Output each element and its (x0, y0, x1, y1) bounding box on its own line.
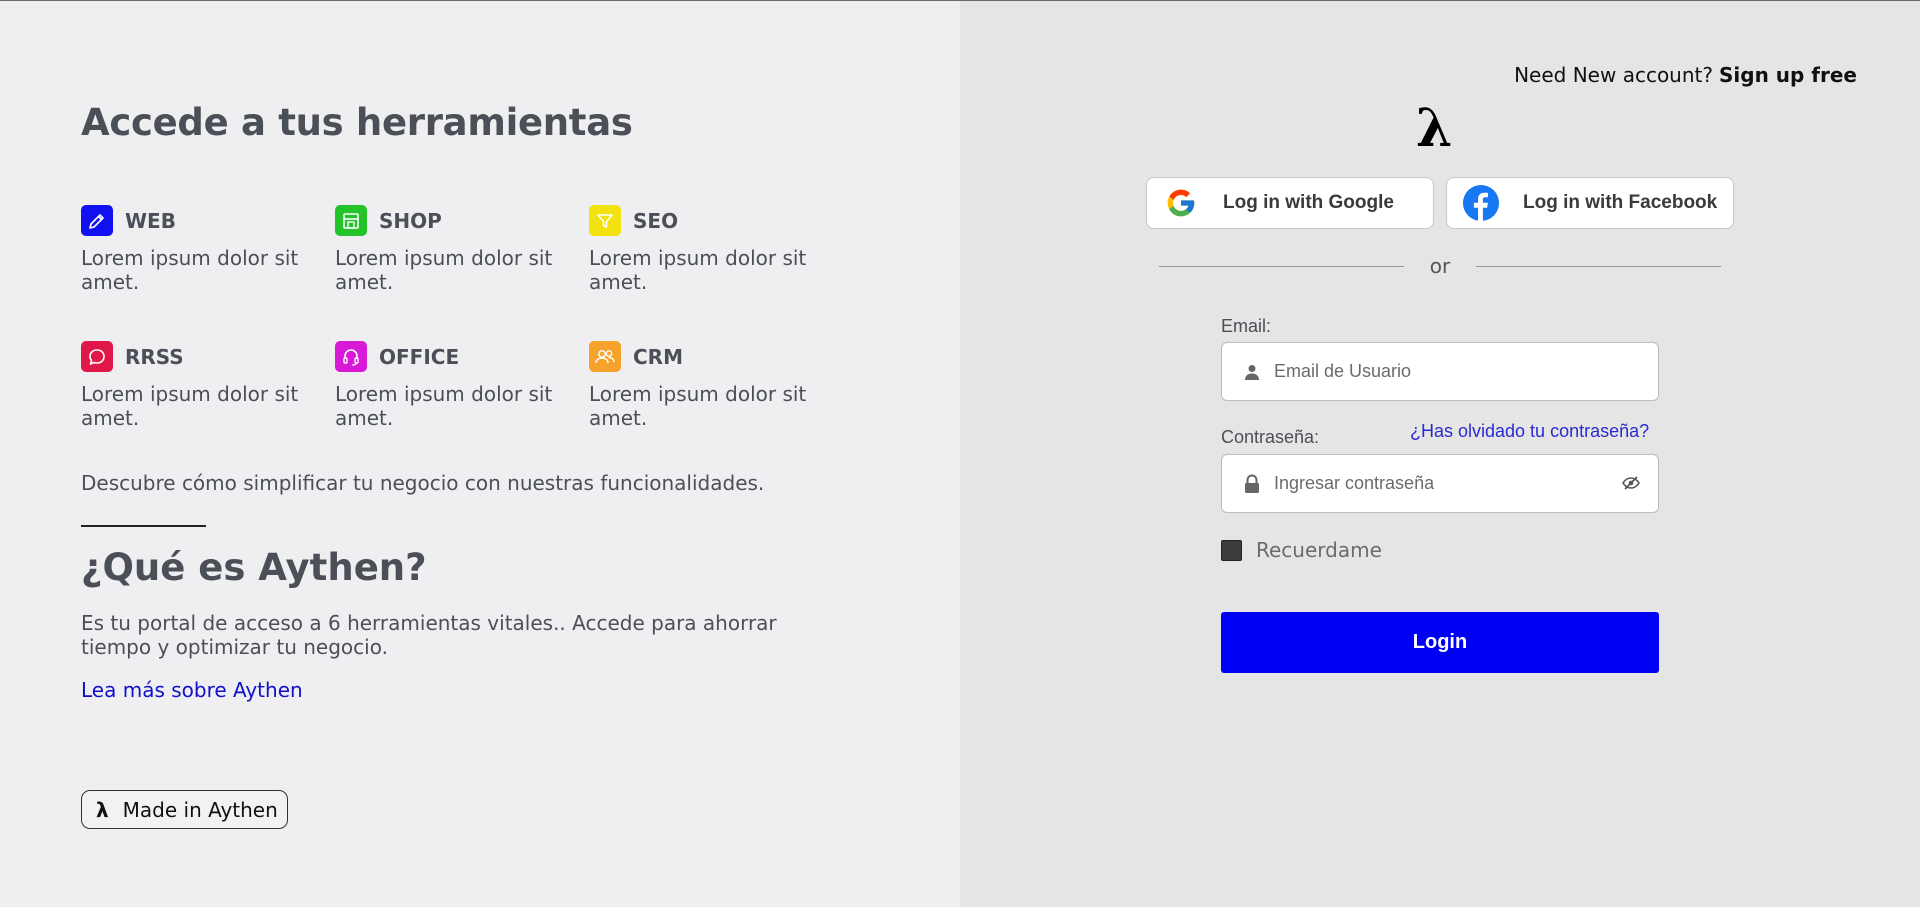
email-input[interactable] (1274, 361, 1614, 382)
tool-name: SHOP (379, 208, 442, 233)
remember-label: Recuerdame (1256, 538, 1382, 562)
tool-crm: CRM Lorem ipsum dolor sit amet. (589, 341, 819, 430)
facebook-login-button[interactable]: Log in with Facebook (1446, 177, 1734, 229)
signup-prompt: Need New account? Sign up free (1514, 63, 1857, 87)
tool-name: RRSS (125, 344, 184, 369)
signup-link[interactable]: Sign up free (1719, 63, 1857, 87)
tool-name: CRM (633, 344, 683, 369)
filter-icon (589, 205, 621, 236)
discover-text: Descubre cómo simplificar tu negocio con… (81, 471, 765, 495)
password-field[interactable] (1221, 454, 1659, 513)
tool-rrss: RRSS Lorem ipsum dolor sit amet. (81, 341, 311, 430)
tool-seo: SEO Lorem ipsum dolor sit amet. (589, 205, 819, 294)
pencil-icon (81, 205, 113, 236)
tool-description: Lorem ipsum dolor sit amet. (81, 246, 299, 294)
password-label: Contraseña: (1221, 427, 1320, 447)
separator-line (1476, 266, 1721, 267)
store-icon (335, 205, 367, 236)
read-more-link[interactable]: Lea más sobre Aythen (81, 678, 303, 702)
remember-me[interactable]: Recuerdame (1221, 538, 1382, 562)
lambda-logo-icon: λ (1416, 98, 1453, 159)
tool-description: Lorem ipsum dolor sit amet. (335, 382, 553, 430)
what-is-title: ¿Qué es Aythen? (81, 546, 427, 589)
section-divider (81, 525, 206, 527)
google-icon (1161, 183, 1201, 223)
tool-name: OFFICE (379, 344, 460, 369)
google-login-label: Log in with Google (1223, 192, 1394, 213)
tool-office: OFFICE Lorem ipsum dolor sit amet. (335, 341, 565, 430)
tool-description: Lorem ipsum dolor sit amet. (335, 246, 553, 294)
email-label: Email: (1221, 316, 1272, 336)
tool-web: WEB Lorem ipsum dolor sit amet. (81, 205, 311, 294)
tools-heading: Accede a tus herramientas (81, 101, 633, 144)
users-icon (589, 341, 621, 372)
email-field[interactable] (1221, 342, 1659, 401)
or-separator: or (1159, 254, 1721, 278)
features-panel: Accede a tus herramientas WEB Lorem ipsu… (0, 1, 960, 907)
password-input[interactable] (1274, 473, 1614, 494)
facebook-icon (1461, 183, 1501, 223)
signup-question: Need New account? (1514, 63, 1713, 87)
login-button[interactable]: Login (1221, 612, 1659, 673)
chat-bubble-icon (81, 341, 113, 372)
eye-slash-icon[interactable] (1622, 475, 1640, 495)
tool-shop: SHOP Lorem ipsum dolor sit amet. (335, 205, 565, 294)
headset-icon (335, 341, 367, 372)
tool-description: Lorem ipsum dolor sit amet. (589, 246, 807, 294)
lock-icon (1240, 474, 1264, 494)
google-login-button[interactable]: Log in with Google (1146, 177, 1434, 229)
what-is-description: Es tu portal de acceso a 6 herramientas … (81, 611, 777, 659)
tool-name: WEB (125, 208, 176, 233)
tool-name: SEO (633, 208, 679, 233)
tool-description: Lorem ipsum dolor sit amet. (589, 382, 807, 430)
made-in-label: Made in Aythen (122, 797, 278, 822)
lambda-logo-icon: λ (96, 797, 109, 822)
facebook-login-label: Log in with Facebook (1523, 192, 1718, 213)
remember-checkbox[interactable] (1221, 539, 1242, 561)
tool-description: Lorem ipsum dolor sit amet. (81, 382, 299, 430)
forgot-password-link[interactable]: ¿Has olvidado tu contraseña? (1410, 421, 1649, 442)
user-icon (1240, 363, 1264, 381)
made-in-badge[interactable]: λ Made in Aythen (81, 790, 288, 829)
